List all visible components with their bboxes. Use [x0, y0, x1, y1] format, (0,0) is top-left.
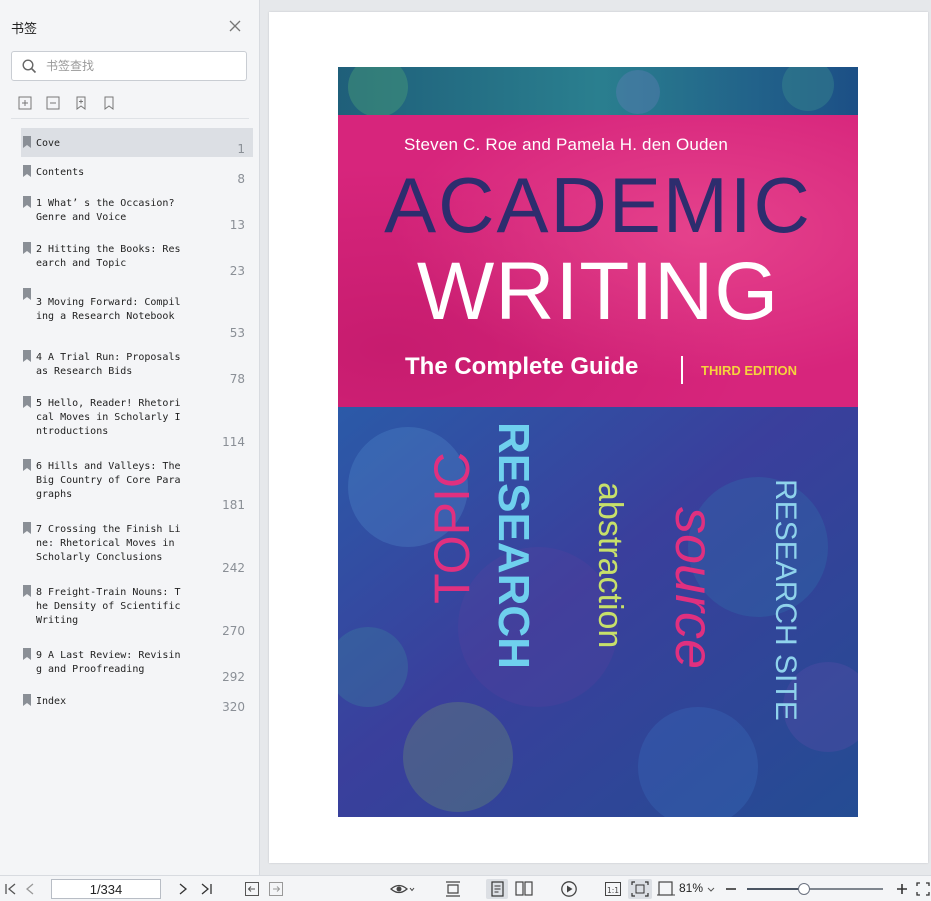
cover-word-topic: TOPIC: [424, 452, 480, 604]
page-number-input[interactable]: [51, 879, 161, 899]
zoom-level[interactable]: 81%: [679, 881, 703, 895]
bookmark-label: 1 What’ s the Occasion? Genre and Voice: [36, 198, 175, 223]
bookmark-item[interactable]: 8 Freight-Train Nouns: T he Density of S…: [21, 577, 253, 639]
previous-page-icon[interactable]: [24, 880, 36, 898]
bookmark-item[interactable]: Cove 1: [21, 128, 253, 157]
bookmark-page: 8: [237, 172, 245, 186]
cover-title-line1: ACADEMIC: [384, 161, 812, 249]
bookmark-icon[interactable]: [101, 95, 117, 111]
fullscreen-icon[interactable]: [916, 880, 930, 898]
bookmark-icon: [23, 585, 31, 597]
bookmark-label: 7 Crossing the Finish Li ne: Rhetorical …: [36, 524, 181, 563]
bookmark-label: 9 A Last Review: Revisin g and Proofread…: [36, 650, 181, 675]
bookmark-icon: [23, 350, 31, 362]
bookmark-label: 6 Hills and Valleys: The Big Country of …: [36, 461, 181, 500]
bookmark-search-box: [11, 51, 247, 81]
document-viewport[interactable]: Steven C. Roe and Pamela H. den Ouden AC…: [261, 0, 931, 875]
fit-width-icon[interactable]: [656, 880, 676, 898]
panel-title: 书签: [11, 22, 38, 37]
eye-care-icon[interactable]: [390, 880, 416, 898]
cover-word-abstraction: abstraction: [591, 482, 629, 649]
bookmark-icon: [23, 288, 31, 300]
cover-word-research: RESEARCH: [489, 422, 538, 669]
bookmark-label: 4 A Trial Run: Proposals as Research Bid…: [36, 352, 181, 377]
bookmark-icon: [23, 136, 31, 148]
svg-text:1:1: 1:1: [607, 886, 619, 895]
fit-page-icon[interactable]: [628, 879, 652, 899]
bookmark-search-input[interactable]: [46, 57, 236, 75]
bookmark-label: 8 Freight-Train Nouns: T he Density of S…: [36, 587, 181, 626]
bookmark-page: 114: [222, 435, 245, 449]
cover-authors: Steven C. Roe and Pamela H. den Ouden: [404, 135, 728, 154]
single-page-icon[interactable]: [486, 879, 508, 899]
bookmark-icon: [23, 196, 31, 208]
zoom-slider-fill: [747, 888, 804, 890]
bookmark-label: Cove: [36, 138, 61, 149]
bookmark-item[interactable]: 3 Moving Forward: Compil ing a Research …: [21, 280, 253, 342]
bottom-toolbar: 1:1 81%: [0, 875, 931, 901]
bookmark-icon: [23, 648, 31, 660]
zoom-in-icon[interactable]: [895, 880, 909, 898]
expand-all-icon[interactable]: [17, 95, 33, 111]
bookmark-page: 181: [222, 498, 245, 512]
bookmark-icon: [23, 694, 31, 706]
next-page-icon[interactable]: [177, 880, 189, 898]
forward-view-icon[interactable]: [268, 880, 284, 898]
cover-subtitle: The Complete Guide: [405, 353, 639, 380]
bookmark-label: Contents: [36, 167, 85, 178]
bookmark-label: 3 Moving Forward: Compil ing a Research …: [36, 297, 181, 322]
divider: [11, 118, 249, 119]
bookmark-item[interactable]: 2 Hitting the Books: Res earch and Topic…: [21, 234, 253, 280]
first-page-icon[interactable]: [4, 880, 18, 898]
bookmark-icon: [23, 459, 31, 471]
pdf-page: Steven C. Roe and Pamela H. den Ouden AC…: [269, 12, 928, 863]
cover-edition: THIRD EDITION: [701, 363, 798, 378]
zoom-out-icon[interactable]: [724, 880, 738, 898]
play-icon[interactable]: [560, 880, 578, 898]
bookmark-page: 320: [222, 700, 245, 714]
bookmark-page: 13: [229, 218, 245, 232]
zoom-slider[interactable]: [747, 883, 883, 895]
bookmark-item[interactable]: 1 What’ s the Occasion? Genre and Voice …: [21, 188, 253, 234]
bookmark-item[interactable]: Index 320: [21, 686, 253, 716]
cover-word-source: source: [664, 507, 724, 670]
bookmark-icon: [23, 165, 31, 177]
book-cover: Steven C. Roe and Pamela H. den Ouden AC…: [338, 67, 858, 817]
search-icon: [22, 59, 37, 74]
bookmark-item[interactable]: 7 Crossing the Finish Li ne: Rhetorical …: [21, 514, 253, 576]
add-bookmark-icon[interactable]: [73, 95, 89, 111]
bookmark-item[interactable]: 4 A Trial Run: Proposals as Research Bid…: [21, 342, 253, 388]
bookmark-label: 2 Hitting the Books: Res earch and Topic: [36, 244, 181, 269]
bookmark-page: 53: [229, 326, 245, 340]
zoom-dropdown-icon[interactable]: [706, 880, 716, 898]
bookmark-page: 242: [222, 561, 245, 575]
bookmark-icon: [23, 522, 31, 534]
bookmark-page: 1: [237, 142, 245, 156]
subtitle-divider: [681, 356, 683, 384]
bookmark-item[interactable]: Contents 8: [21, 157, 253, 187]
two-page-icon[interactable]: [514, 880, 534, 898]
bookmark-icon: [23, 242, 31, 254]
bookmark-label: Index: [36, 696, 67, 707]
bookmark-label: 5 Hello, Reader! Rhetori cal Moves in Sc…: [36, 398, 181, 437]
cover-word-research-site: RESEARCH SITE: [769, 479, 802, 721]
bookmark-page: 270: [222, 624, 245, 638]
bookmark-item[interactable]: 6 Hills and Valleys: The Big Country of …: [21, 451, 253, 513]
cover-title-line2: WRITING: [416, 246, 780, 337]
bookmark-page: 78: [229, 372, 245, 386]
bookmark-icon: [23, 396, 31, 408]
actual-size-icon[interactable]: 1:1: [604, 880, 622, 898]
zoom-slider-thumb[interactable]: [798, 883, 810, 895]
bookmark-item[interactable]: 9 A Last Review: Revisin g and Proofread…: [21, 640, 253, 686]
bookmark-page: 23: [229, 264, 245, 278]
bookmark-item[interactable]: 5 Hello, Reader! Rhetori cal Moves in Sc…: [21, 388, 253, 450]
fit-height-icon[interactable]: [444, 880, 462, 898]
bookmark-toolbar: [17, 95, 117, 113]
close-icon[interactable]: [226, 17, 244, 35]
collapse-all-icon[interactable]: [45, 95, 61, 111]
bookmark-panel: 书签 Cove 1 Contents 8 1 What’ s the Occas…: [0, 0, 260, 875]
bookmark-page: 292: [222, 670, 245, 684]
last-page-icon[interactable]: [199, 880, 213, 898]
back-view-icon[interactable]: [244, 880, 260, 898]
